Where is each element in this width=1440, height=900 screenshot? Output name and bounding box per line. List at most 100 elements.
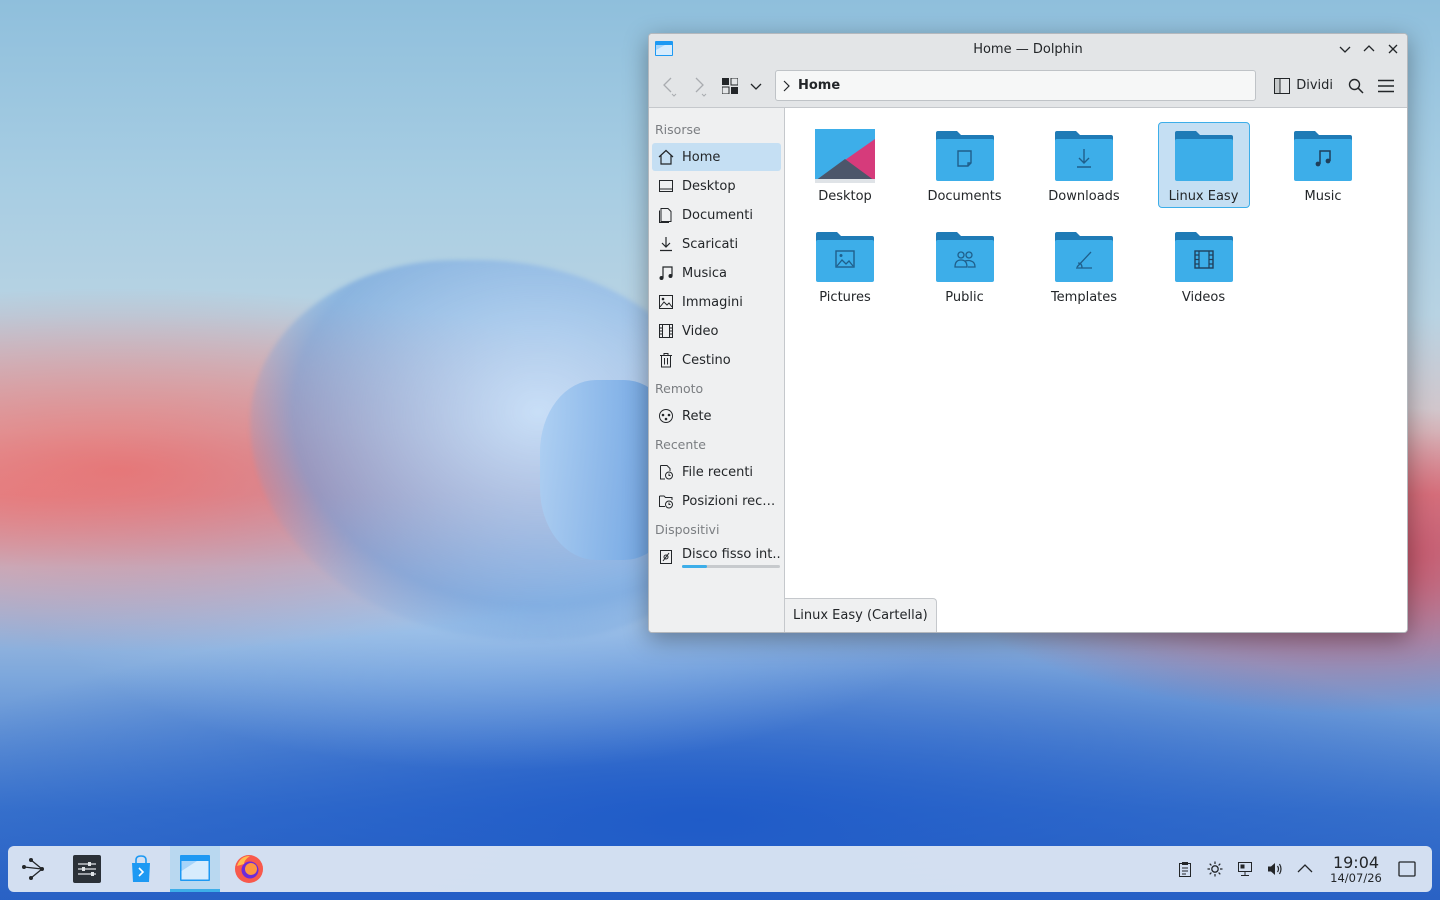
clock-time: 19:04 xyxy=(1332,852,1380,872)
file-item-desktop[interactable]: Desktop xyxy=(799,122,891,208)
sidebar-item-music[interactable]: Musica xyxy=(652,259,781,287)
menu-button[interactable] xyxy=(1371,71,1401,101)
sidebar-item-label: Rete xyxy=(682,408,712,424)
network-icon xyxy=(659,409,673,423)
split-label: Dividi xyxy=(1296,78,1333,93)
back-button[interactable] xyxy=(655,71,685,101)
breadcrumb-home[interactable]: Home xyxy=(798,78,840,93)
section-recent: Recente xyxy=(655,436,706,452)
chevron-left-icon xyxy=(663,77,677,97)
sidebar-item-hard-disk[interactable]: Disco fisso int... xyxy=(652,543,781,571)
brightness-button[interactable] xyxy=(1200,854,1230,884)
titlebar[interactable]: Home — Dolphin xyxy=(649,34,1407,64)
sidebar-item-label: Cestino xyxy=(682,352,731,368)
file-item-linux-easy[interactable]: Linux Easy xyxy=(1157,122,1250,208)
chevron-down-icon xyxy=(1339,46,1351,53)
sidebar-item-pictures[interactable]: Immagini xyxy=(652,288,781,316)
section-resources: Risorse xyxy=(655,121,701,137)
minimize-button[interactable] xyxy=(1335,39,1355,59)
pictures-folder-icon xyxy=(816,232,874,282)
app-launcher-button[interactable] xyxy=(8,846,58,892)
show-desktop-icon xyxy=(1398,861,1416,877)
split-button[interactable]: Dividi xyxy=(1266,71,1341,101)
templates-folder-icon xyxy=(1055,232,1113,282)
sidebar-item-documents[interactable]: Documenti xyxy=(652,201,781,229)
view-mode-dropdown[interactable] xyxy=(745,71,767,101)
sidebar-item-label: Disco fisso int... xyxy=(682,546,781,562)
file-name: Music xyxy=(1304,189,1342,204)
clock[interactable]: 19:04 14/07/26 xyxy=(1324,854,1388,885)
file-item-public[interactable]: Public xyxy=(919,223,1011,309)
split-view-icon xyxy=(1274,77,1291,94)
sidebar-item-label: Posizioni rece... xyxy=(682,493,781,509)
places-panel: Risorse Home Desktop Documenti Scaricati… xyxy=(649,108,785,632)
file-item-pictures[interactable]: Pictures xyxy=(799,223,891,309)
search-icon xyxy=(1348,78,1364,94)
volume-icon xyxy=(1268,863,1282,875)
app-launcher-icon xyxy=(22,858,44,880)
show-desktop-button[interactable] xyxy=(1392,854,1422,884)
file-item-music[interactable]: Music xyxy=(1277,122,1369,208)
file-view[interactable]: Desktop Documents Downloads Linux Easy M… xyxy=(785,108,1407,632)
chevron-up-icon xyxy=(1363,45,1375,52)
sidebar-item-recent-locations[interactable]: Posizioni rece... xyxy=(652,487,781,515)
sidebar-item-video[interactable]: Video xyxy=(652,317,781,345)
close-icon xyxy=(1388,44,1398,54)
network-button[interactable] xyxy=(1230,854,1260,884)
file-item-downloads[interactable]: Downloads xyxy=(1038,122,1130,208)
system-settings-icon xyxy=(73,855,101,883)
sidebar-item-network[interactable]: Rete xyxy=(652,402,781,430)
dolphin-app-icon xyxy=(655,41,673,56)
expand-tray-button[interactable] xyxy=(1290,854,1320,884)
recent-files-icon xyxy=(660,465,673,480)
sidebar-item-label: File recenti xyxy=(682,464,754,480)
file-item-templates[interactable]: Templates xyxy=(1038,223,1130,309)
window-title: Home — Dolphin xyxy=(973,41,1083,57)
forward-button[interactable] xyxy=(685,71,715,101)
view-mode-button[interactable] xyxy=(715,71,745,101)
icons-view-icon xyxy=(722,77,738,94)
file-name: Linux Easy xyxy=(1168,189,1239,204)
sidebar-item-recent-files[interactable]: File recenti xyxy=(652,458,781,486)
search-button[interactable] xyxy=(1341,71,1371,101)
hard-disk-icon xyxy=(660,550,672,564)
location-bar[interactable]: Home xyxy=(775,70,1257,101)
downloads-folder-icon xyxy=(1055,131,1113,181)
sidebar-item-desktop[interactable]: Desktop xyxy=(652,172,781,200)
file-name: Templates xyxy=(1050,290,1118,305)
sidebar-item-downloads[interactable]: Scaricati xyxy=(652,230,781,258)
music-folder-icon xyxy=(1294,131,1352,181)
volume-button[interactable] xyxy=(1260,854,1290,884)
clipboard-button[interactable] xyxy=(1170,854,1200,884)
file-item-videos[interactable]: Videos xyxy=(1158,223,1250,309)
system-tray: 19:04 14/07/26 xyxy=(1170,846,1432,892)
file-name: Documents xyxy=(927,189,1002,204)
file-item-documents[interactable]: Documents xyxy=(919,122,1011,208)
maximize-button[interactable] xyxy=(1359,39,1379,59)
file-name: Desktop xyxy=(818,189,872,204)
network-wired-icon xyxy=(1238,862,1252,876)
close-button[interactable] xyxy=(1383,39,1403,59)
download-icon xyxy=(660,237,672,252)
brightness-icon xyxy=(1207,861,1223,877)
taskbar-firefox[interactable] xyxy=(224,846,274,892)
sidebar-item-trash[interactable]: Cestino xyxy=(652,346,781,374)
sidebar-item-label: Immagini xyxy=(682,294,743,310)
clipboard-icon xyxy=(1179,862,1191,877)
taskbar-discover[interactable] xyxy=(116,846,166,892)
file-grid: Desktop Documents Downloads Linux Easy M… xyxy=(785,122,1397,324)
taskbar-dolphin[interactable] xyxy=(170,846,220,892)
sidebar-item-label: Home xyxy=(682,149,721,165)
documents-folder-icon xyxy=(935,131,994,181)
desktop-folder-icon xyxy=(815,129,875,183)
videos-folder-icon xyxy=(1174,232,1233,282)
sidebar-item-label: Scaricati xyxy=(682,236,739,252)
section-devices: Dispositivi xyxy=(655,521,720,537)
discover-store-icon xyxy=(132,855,150,882)
sidebar-item-home[interactable]: Home xyxy=(652,143,781,171)
document-icon xyxy=(659,208,672,223)
file-name: Public xyxy=(945,290,984,305)
sidebar-item-label: Musica xyxy=(682,265,727,281)
taskbar-system-settings[interactable] xyxy=(62,846,112,892)
recent-locations-icon xyxy=(659,495,673,509)
